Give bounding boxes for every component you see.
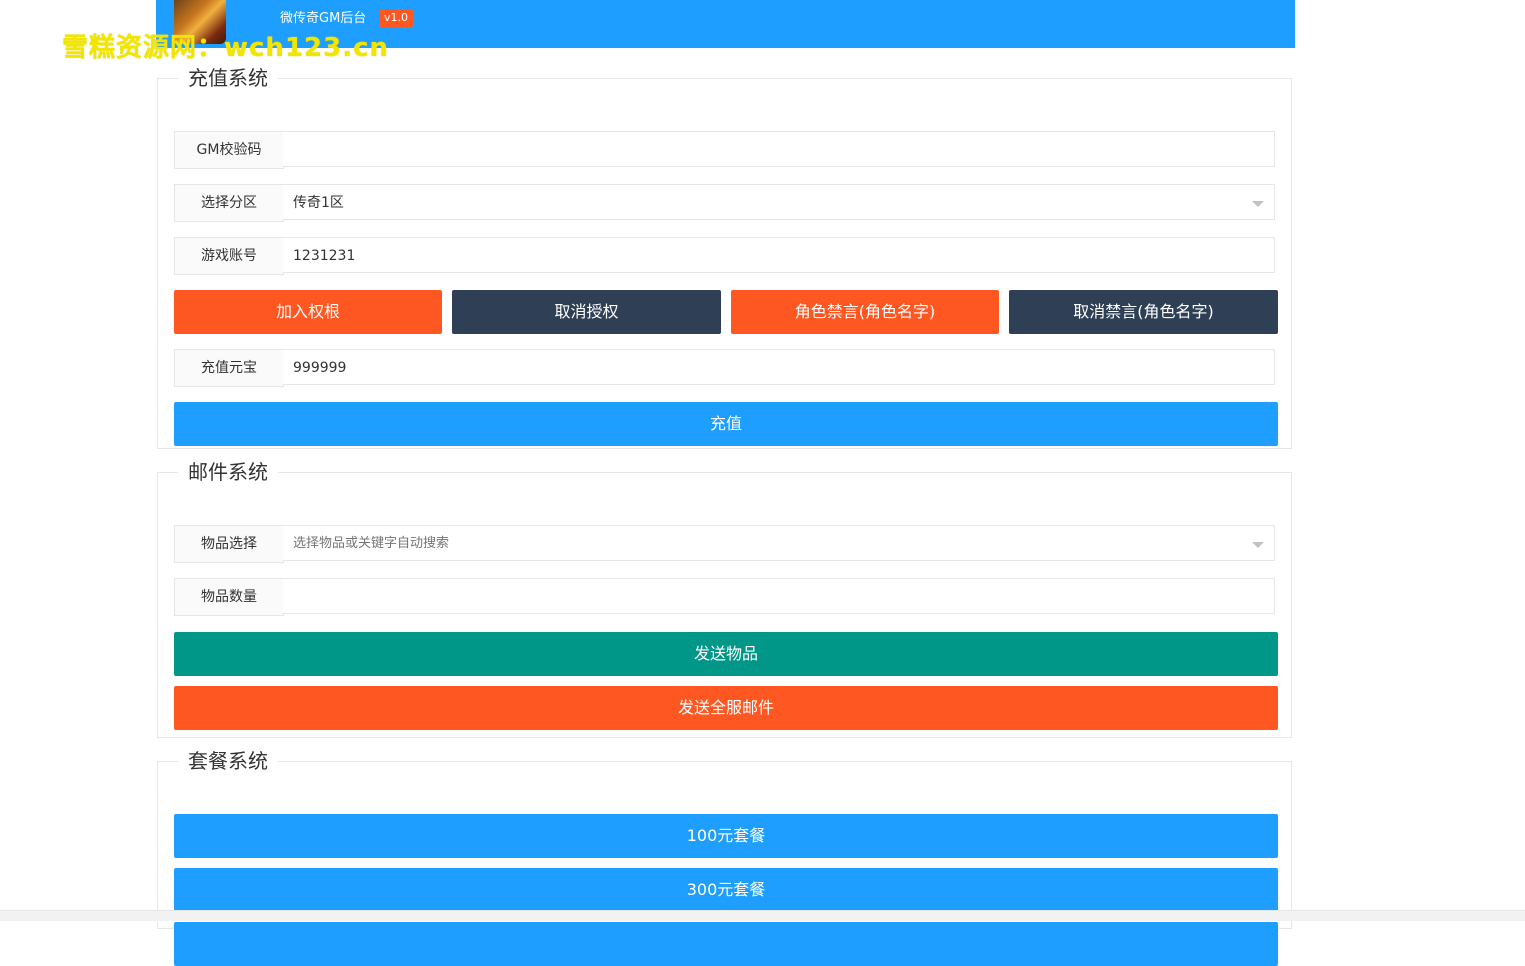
- item-select-label: 物品选择: [174, 525, 284, 563]
- chevron-down-icon: [1252, 201, 1264, 207]
- zone-label: 选择分区: [174, 184, 284, 222]
- item-count-label: 物品数量: [174, 578, 284, 616]
- account-row: 游戏账号 1231231: [174, 237, 1277, 275]
- gm-code-label: GM校验码: [174, 131, 284, 169]
- account-label: 游戏账号: [174, 237, 284, 275]
- chevron-down-icon: [1252, 542, 1264, 548]
- recharge-section: 充值系统 GM校验码 选择分区 传奇1区 游戏账号 1231231 加入权根 取…: [157, 66, 1292, 449]
- grant-permission-button[interactable]: 加入权根: [174, 290, 442, 334]
- mail-section-title: 邮件系统: [188, 460, 268, 484]
- gm-code-row: GM校验码: [174, 131, 1277, 169]
- account-input[interactable]: 1231231: [283, 237, 1275, 273]
- ingot-row: 充值元宝 999999: [174, 349, 1277, 387]
- watermark-text: 雪糕资源网：wch123.cn: [62, 33, 390, 63]
- ingot-input[interactable]: 999999: [283, 349, 1275, 385]
- zone-row: 选择分区 传奇1区: [174, 184, 1277, 222]
- unmute-role-button[interactable]: 取消禁言(角色名字): [1009, 290, 1278, 334]
- recharge-section-title: 充值系统: [188, 66, 268, 90]
- item-select-placeholder: 选择物品或关键字自动搜索: [293, 536, 450, 551]
- mute-role-button[interactable]: 角色禁言(角色名字): [731, 290, 999, 334]
- zone-select-value: 传奇1区: [293, 195, 344, 211]
- package-section: 套餐系统 100元套餐 300元套餐: [157, 749, 1292, 966]
- zone-select[interactable]: 传奇1区: [283, 184, 1275, 220]
- item-select-row: 物品选择 选择物品或关键字自动搜索: [174, 525, 1277, 563]
- app-title: 微传奇GM后台: [280, 11, 367, 26]
- send-item-button[interactable]: 发送物品: [174, 632, 1278, 676]
- version-badge: v1.0: [379, 9, 414, 27]
- send-all-mail-button[interactable]: 发送全服邮件: [174, 686, 1278, 730]
- revoke-permission-button[interactable]: 取消授权: [452, 290, 721, 334]
- browser-status-bar: [0, 910, 1525, 921]
- recharge-submit-button[interactable]: 充值: [174, 402, 1278, 446]
- ingot-label: 充值元宝: [174, 349, 284, 387]
- package-section-title: 套餐系统: [188, 749, 268, 773]
- gm-code-input[interactable]: [283, 131, 1275, 167]
- package-100-button[interactable]: 100元套餐: [174, 814, 1278, 858]
- package-next-button[interactable]: [174, 922, 1278, 966]
- item-select-dropdown[interactable]: 选择物品或关键字自动搜索: [283, 525, 1275, 561]
- item-count-row: 物品数量: [174, 578, 1277, 616]
- item-count-input[interactable]: [283, 578, 1275, 614]
- mail-section: 邮件系统 物品选择 选择物品或关键字自动搜索 物品数量 发送物品 发送全服邮件: [157, 460, 1292, 738]
- package-300-button[interactable]: 300元套餐: [174, 868, 1278, 912]
